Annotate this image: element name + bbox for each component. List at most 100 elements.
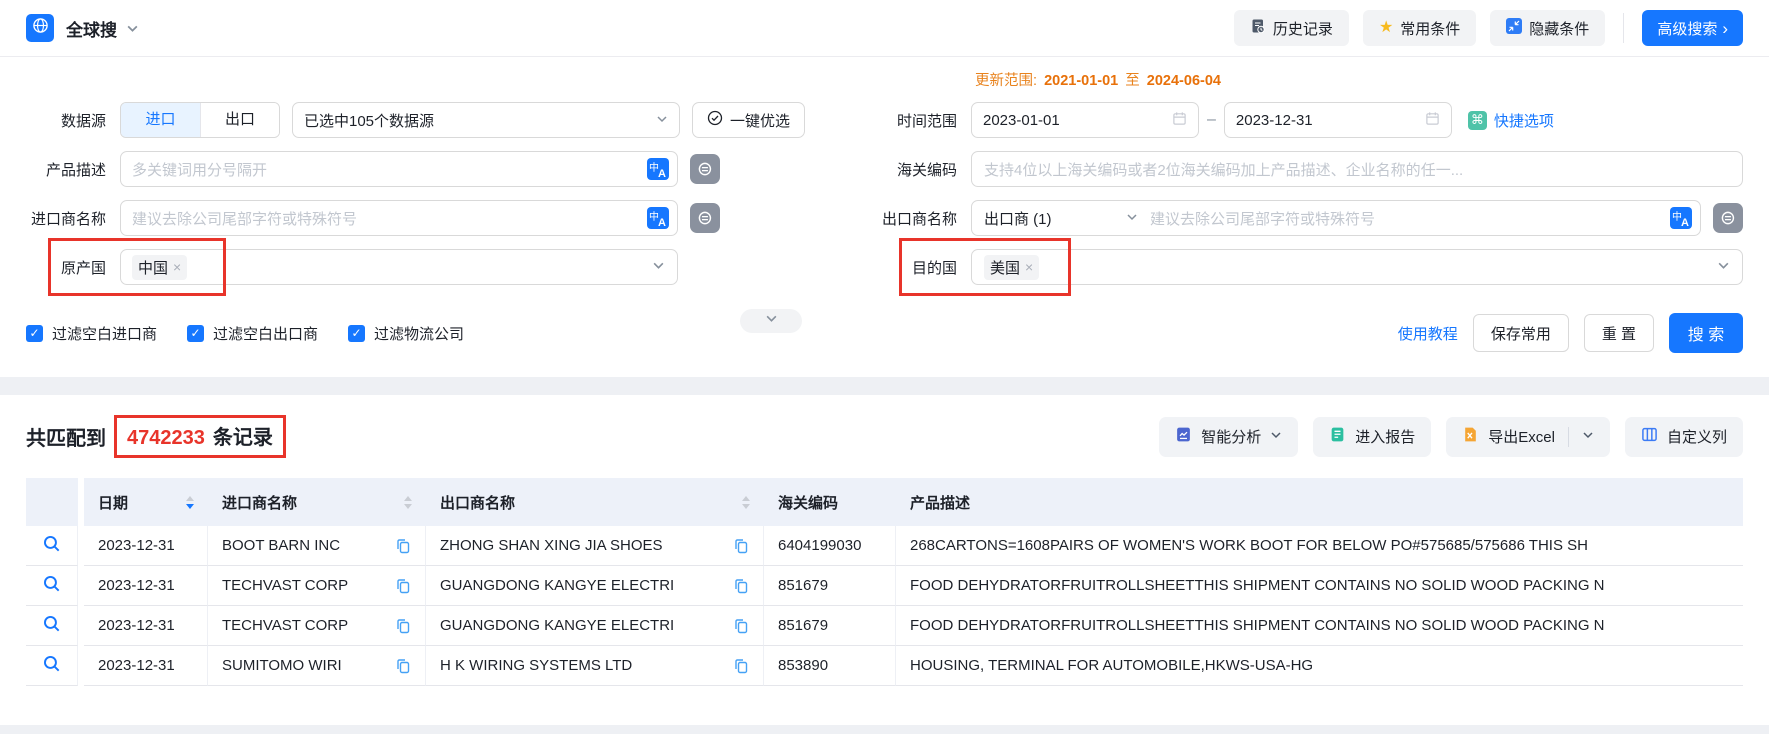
enter-report-button[interactable]: 进入报告 [1313, 416, 1432, 457]
sort-icons[interactable] [186, 495, 194, 509]
copy-icon[interactable] [733, 578, 749, 594]
sort-icons[interactable] [404, 495, 412, 509]
destination-country-tag: 美国 × [984, 254, 1040, 280]
sort-icons[interactable] [742, 495, 750, 509]
hs-code-input[interactable]: 支持4位以上海关编码或者2位海关编码加上产品描述、企业名称的任一... [971, 151, 1743, 187]
start-date-input[interactable]: 2023-01-01 [971, 102, 1199, 138]
product-desc-placeholder: 多关键词用分号隔开 [132, 161, 268, 179]
favorite-conditions-button[interactable]: ★ 常用条件 [1362, 10, 1477, 46]
update-range-end: 2024-06-04 [1146, 73, 1221, 89]
cell-product-desc: FOOD DEHYDRATORFRUITROLLSHEETTHIS SHIPME… [896, 566, 1743, 606]
filter-blank-exporter-checkbox[interactable]: ✓ 过滤空白出口商 [187, 323, 318, 344]
cell-date: 2023-12-31 [84, 646, 208, 686]
remove-tag-icon[interactable]: × [173, 259, 181, 275]
copy-icon[interactable] [395, 538, 411, 554]
table-row: 2023-12-31 TECHVAST CORP GUANGDONG KANGY… [26, 566, 1743, 606]
form-row-product-hscode: 产品描述 多关键词用分号隔开 中 A ⊜ 海关编码 支持4位以上海关编码或者2位… [26, 151, 1743, 187]
header-detail [26, 478, 78, 526]
time-range-label: 时间范围 [896, 112, 957, 130]
quick-options-label: 快捷选项 [1493, 112, 1554, 130]
form-row-importer-exporter: 进口商名称 建议去除公司尾部字符或特殊符号 中 A ⊜ 出口商名称 出口商 (1… [26, 200, 1743, 236]
history-icon [1250, 18, 1266, 38]
view-detail-button[interactable] [26, 526, 78, 566]
copy-icon[interactable] [395, 578, 411, 594]
history-label: 历史记录 [1272, 20, 1333, 38]
export-excel-button[interactable]: 导出Excel [1446, 416, 1610, 457]
results-header: 共匹配到 4742233 条记录 智能分析 进入报告 导出Excel 自定义列 [26, 415, 1743, 458]
exporter-name-input: 出口商 (1) 建议去除公司尾部字符或特殊符号 中 A [971, 200, 1701, 236]
cell-hscode: 853890 [764, 646, 896, 686]
exact-match-icon[interactable]: ⊜ [1713, 203, 1743, 233]
filter-action-row: ✓ 过滤空白进口商 ✓ 过滤空白出口商 ✓ 过滤物流公司 使用教程 保存常用 重… [26, 309, 1743, 353]
cell-importer: TECHVAST CORP [208, 566, 426, 606]
chevron-right-icon: › [1722, 18, 1728, 38]
view-detail-button[interactable] [26, 606, 78, 646]
excel-icon [1462, 426, 1479, 447]
importer-name-input[interactable]: 建议去除公司尾部字符或特殊符号 中 A [120, 200, 678, 236]
cell-exporter: GUANGDONG KANGYE ELECTRI [426, 606, 764, 646]
copy-icon[interactable] [395, 618, 411, 634]
copy-icon[interactable] [395, 658, 411, 674]
date-range-dash: – [1207, 111, 1216, 128]
header-date[interactable]: 日期 [84, 478, 208, 526]
advanced-search-button[interactable]: 高级搜索 › [1642, 10, 1743, 46]
topbar-divider [1623, 13, 1625, 43]
data-source-selected-text: 已选中105个数据源 [304, 112, 435, 130]
tutorial-link[interactable]: 使用教程 [1398, 323, 1458, 344]
customize-columns-button[interactable]: 自定义列 [1624, 416, 1743, 457]
smart-analysis-button[interactable]: 智能分析 [1159, 416, 1299, 457]
chevron-down-icon[interactable] [126, 22, 139, 35]
collapse-form-button[interactable] [740, 309, 802, 333]
reset-button[interactable]: 重 置 [1583, 314, 1654, 352]
header-hscode: 海关编码 [764, 478, 896, 526]
destination-country-label: 目的国 [911, 259, 957, 277]
history-button[interactable]: 历史记录 [1233, 10, 1349, 46]
cell-date: 2023-12-31 [84, 526, 208, 566]
results-section: 共匹配到 4742233 条记录 智能分析 进入报告 导出Excel 自定义列 … [0, 395, 1769, 725]
origin-country-select[interactable]: 中国 × [120, 249, 678, 285]
star-icon: ★ [1378, 19, 1394, 36]
exact-match-icon[interactable]: ⊜ [690, 203, 720, 233]
product-desc-input[interactable]: 多关键词用分号隔开 中 A [120, 151, 678, 187]
data-source-label: 数据源 [60, 112, 106, 130]
filter-blank-importer-checkbox[interactable]: ✓ 过滤空白进口商 [26, 323, 157, 344]
cell-importer: TECHVAST CORP [208, 606, 426, 646]
view-detail-button[interactable] [26, 566, 78, 606]
report-icon [1329, 426, 1346, 447]
tab-export[interactable]: 出口 [200, 103, 279, 137]
save-common-button[interactable]: 保存常用 [1472, 314, 1569, 352]
copy-icon[interactable] [733, 658, 749, 674]
quick-options-button[interactable]: ⌘ 快捷选项 [1467, 110, 1554, 131]
translate-icon[interactable]: 中 A [647, 158, 669, 180]
copy-icon[interactable] [733, 538, 749, 554]
cell-exporter: ZHONG SHAN XING JIA SHOES [426, 526, 764, 566]
remove-tag-icon[interactable]: × [1025, 259, 1033, 275]
translate-icon[interactable]: 中 A [1670, 207, 1692, 229]
view-detail-button[interactable] [26, 646, 78, 686]
analysis-icon [1175, 426, 1192, 447]
exporter-text-area[interactable]: 建议去除公司尾部字符或特殊符号 [1150, 208, 1700, 229]
copy-icon[interactable] [733, 618, 749, 634]
hide-label: 隐藏条件 [1529, 20, 1590, 38]
chevron-down-icon [1126, 210, 1138, 227]
one-key-optimize-button[interactable]: 一键优选 [692, 102, 806, 138]
hide-conditions-button[interactable]: 隐藏条件 [1490, 10, 1606, 46]
search-button[interactable]: 搜 索 [1669, 313, 1743, 353]
destination-country-select[interactable]: 美国 × [971, 249, 1743, 285]
circle-check-icon [707, 110, 723, 130]
filter-logistics-checkbox[interactable]: ✓ 过滤物流公司 [348, 323, 464, 344]
translate-icon[interactable]: 中 A [647, 207, 669, 229]
cell-importer: BOOT BARN INC [208, 526, 426, 566]
tab-import[interactable]: 进口 [121, 103, 200, 137]
match-count: 4742233 [127, 427, 205, 449]
end-date-input[interactable]: 2023-12-31 [1223, 102, 1452, 138]
data-source-select[interactable]: 已选中105个数据源 [292, 102, 680, 138]
exact-match-icon[interactable]: ⊜ [690, 154, 720, 184]
exporter-type-select[interactable]: 出口商 (1) [972, 201, 1150, 235]
product-desc-label: 产品描述 [45, 161, 106, 179]
table-header-row: 日期 进口商名称 出口商名称 海关编码 产品描述 [26, 478, 1743, 526]
header-exporter[interactable]: 出口商名称 [426, 478, 764, 526]
header-importer[interactable]: 进口商名称 [208, 478, 426, 526]
chevron-down-icon[interactable] [1582, 428, 1594, 445]
app-logo[interactable] [26, 14, 54, 42]
